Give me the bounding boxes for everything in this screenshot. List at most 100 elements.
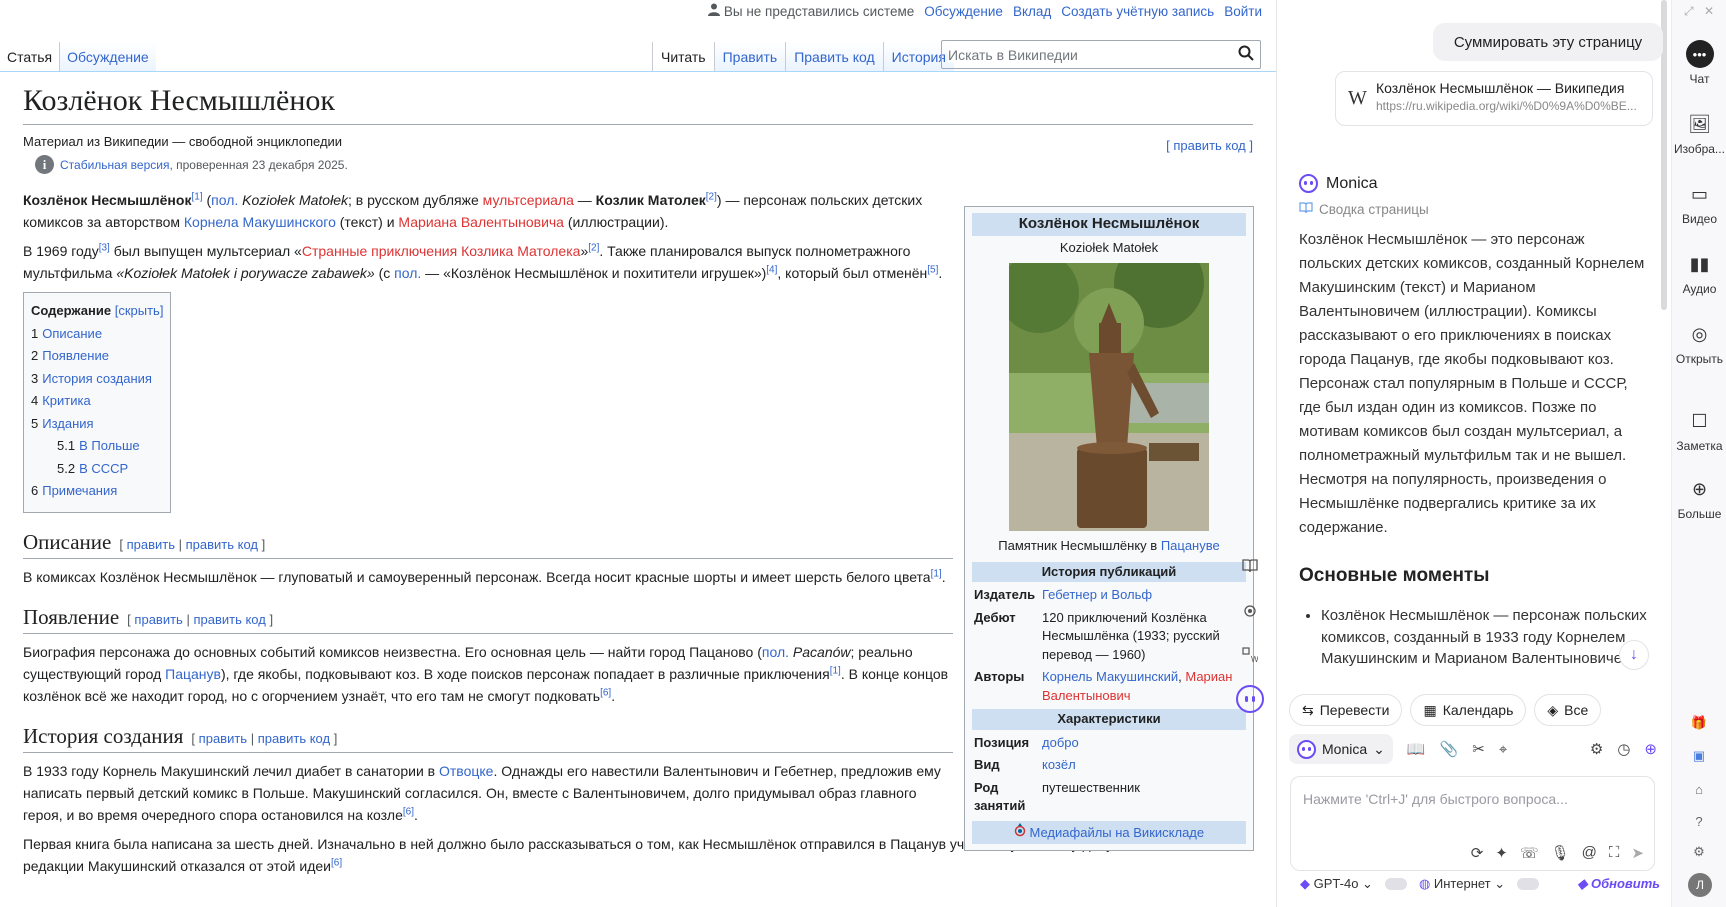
section-edit-code-link[interactable]: править код	[258, 731, 330, 746]
book-icon[interactable]: 📖	[1407, 740, 1426, 758]
author-link-kornel[interactable]: Корнела Макушинского	[184, 214, 336, 230]
lang-link[interactable]: пол.	[762, 644, 789, 660]
scissors-icon[interactable]: ✂	[1472, 740, 1485, 758]
monica-float-icon[interactable]	[1236, 685, 1264, 713]
bot-selector[interactable]: Monica ⌄	[1289, 734, 1393, 764]
microphone-icon[interactable]: 🎙	[1551, 844, 1570, 862]
refresh-icon[interactable]: ⟳	[1471, 844, 1484, 862]
contributions-link[interactable]: Вклад	[1013, 4, 1051, 19]
toc-hide-link[interactable]: [скрыть]	[115, 303, 164, 318]
search-icon[interactable]	[1238, 45, 1254, 64]
minimize-icon[interactable]: ⤢	[1684, 4, 1694, 19]
rail-item-image[interactable]: 🖼 Изобра...	[1672, 110, 1726, 157]
avatar[interactable]: Л	[1688, 873, 1712, 897]
internet-selector[interactable]: ◍ Интернет ⌄	[1419, 876, 1505, 892]
toc-item[interactable]: 5.1 В Польше	[31, 435, 163, 458]
tab-article[interactable]: Статья	[0, 42, 59, 72]
ref-link[interactable]: [4]	[766, 264, 777, 275]
ref-link[interactable]: [1]	[931, 568, 942, 579]
ref-link[interactable]: [6]	[403, 806, 414, 817]
ref-link[interactable]: [2]	[706, 191, 717, 202]
settings-sliders-icon[interactable]: ⚙	[1590, 740, 1603, 758]
place-link[interactable]: Отвоцке	[439, 763, 493, 779]
series-title-link[interactable]: Странные приключения Козлика Матолека	[302, 243, 581, 259]
create-account-link[interactable]: Создать учётную запись	[1061, 4, 1214, 19]
all-chip[interactable]: ◈ Все	[1534, 694, 1602, 726]
section-edit-code-link[interactable]: править код	[193, 612, 265, 627]
settings-icon[interactable]: ⚙	[1688, 841, 1710, 863]
tab-edit-code[interactable]: Править код	[785, 42, 883, 72]
model-selector[interactable]: ◆ GPT-4o ⌄	[1300, 876, 1373, 892]
lang-link[interactable]: пол.	[211, 192, 238, 208]
translate-chip[interactable]: ⇆ Перевести	[1289, 694, 1403, 726]
translate-icon[interactable]: W	[1236, 641, 1264, 669]
lang-link[interactable]: пол.	[394, 265, 421, 281]
login-link[interactable]: Войти	[1224, 4, 1262, 19]
rail-item-chat[interactable]: ••• Чат	[1672, 40, 1726, 86]
section-edit-link[interactable]: править	[199, 731, 247, 746]
tab-edit[interactable]: Править	[713, 42, 786, 72]
section-edit-code-link[interactable]: править код	[186, 537, 258, 552]
toc-item[interactable]: 4 Критика	[31, 390, 163, 413]
broadcast-icon[interactable]	[1236, 597, 1264, 625]
infobox-image[interactable]	[1009, 263, 1209, 531]
toc-item[interactable]: 5.2 В СССР	[31, 458, 163, 481]
scroll-down-button[interactable]: ↓	[1619, 640, 1649, 670]
attach-icon[interactable]: 📎	[1440, 740, 1459, 758]
publisher-link[interactable]: Гебетнер и Вольф	[1042, 587, 1152, 602]
rail-item-more[interactable]: ⊕ Больше	[1672, 475, 1726, 522]
search-input[interactable]	[948, 46, 1218, 63]
species-link[interactable]: козёл	[1042, 757, 1076, 772]
summarize-page-button[interactable]: Суммировать эту страницу	[1433, 23, 1663, 61]
sparkle-icon[interactable]: ✦	[1495, 844, 1508, 862]
ref-link[interactable]: [1]	[191, 191, 202, 202]
expand-icon[interactable]: ⛶	[1609, 844, 1620, 862]
internet-toggle[interactable]	[1517, 878, 1540, 890]
edit-code-link[interactable]: [ править код ]	[1166, 138, 1253, 153]
position-link[interactable]: добро	[1042, 735, 1079, 750]
talk-link[interactable]: Обсуждение	[924, 4, 1003, 19]
ref-link[interactable]: [1]	[830, 665, 841, 676]
city-link[interactable]: Пацанув	[165, 666, 221, 682]
history-icon[interactable]: ◷	[1617, 740, 1630, 758]
page-reference-card[interactable]: W Козлёнок Несмышлёнок — Википедия https…	[1335, 71, 1653, 126]
author-link-kornel[interactable]: Корнель Макушинский	[1042, 669, 1178, 684]
screen-icon[interactable]: ▣	[1688, 745, 1710, 767]
ref-link[interactable]: [6]	[331, 857, 342, 868]
tab-read[interactable]: Читать	[652, 42, 714, 72]
ref-link[interactable]: [3]	[99, 242, 110, 253]
author-link-marian[interactable]: Мариана Валентыновича	[398, 214, 564, 230]
rail-item-audio[interactable]: ▮▮ Аудио	[1672, 250, 1726, 297]
location-icon[interactable]: ⌖	[1499, 741, 1507, 758]
toc-item[interactable]: 5 Издания	[31, 413, 163, 436]
stable-version-link[interactable]: Стабильная версия	[60, 158, 169, 172]
model-toggle[interactable]	[1384, 878, 1407, 890]
toc-item[interactable]: 2 Появление	[31, 345, 163, 368]
section-edit-link[interactable]: править	[127, 537, 175, 552]
mention-icon[interactable]: @	[1582, 844, 1597, 862]
rail-item-video[interactable]: ▭ Видео	[1672, 180, 1726, 227]
chat-input[interactable]	[1303, 791, 1643, 821]
upgrade-button[interactable]: ◆ Обновить	[1577, 876, 1660, 892]
help-icon[interactable]: ?	[1688, 810, 1710, 832]
close-icon[interactable]: ✕	[1704, 4, 1714, 18]
gift-icon[interactable]: 🎁	[1688, 712, 1710, 734]
calendar-chip[interactable]: ▦ Календарь	[1410, 694, 1527, 726]
toc-item[interactable]: 6 Примечания	[31, 480, 163, 503]
caption-link[interactable]: Пацануве	[1161, 538, 1220, 553]
ref-link[interactable]: [5]	[927, 264, 938, 275]
toc-item[interactable]: 1 Описание	[31, 323, 163, 346]
animated-series-link[interactable]: мультсериала	[483, 192, 574, 208]
ref-link[interactable]: [2]	[588, 242, 599, 253]
rail-item-note[interactable]: ☐ Заметка	[1672, 407, 1726, 454]
new-chat-icon[interactable]: ⊕	[1644, 740, 1657, 758]
commons-link[interactable]: Медиафайлы на Викискладе	[1030, 825, 1205, 840]
ref-link[interactable]: [6]	[600, 687, 611, 698]
phone-icon[interactable]: ☏	[1520, 844, 1539, 862]
send-icon[interactable]: ➤	[1631, 844, 1644, 862]
section-edit-link[interactable]: править	[134, 612, 182, 627]
toc-item[interactable]: 3 История создания	[31, 368, 163, 391]
tab-discussion[interactable]: Обсуждение	[59, 42, 156, 72]
rail-item-open[interactable]: ◎ Открыть	[1672, 320, 1726, 367]
home-icon[interactable]: ⌂	[1688, 778, 1710, 800]
